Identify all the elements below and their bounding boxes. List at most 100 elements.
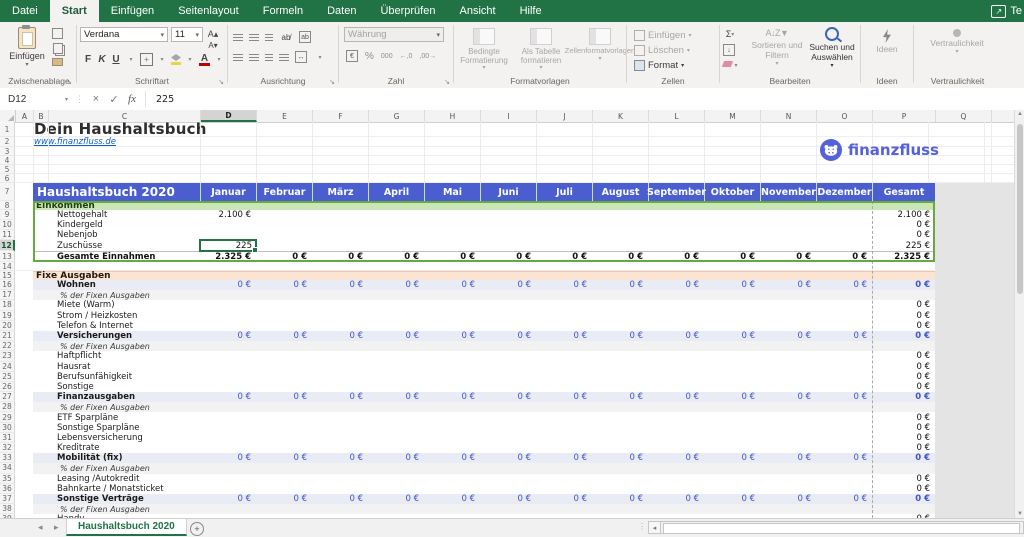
month-cell[interactable] — [368, 290, 424, 300]
decrease-font-icon[interactable]: A▾ — [206, 38, 220, 52]
month-cell[interactable] — [648, 423, 704, 433]
month-cell[interactable] — [312, 321, 368, 331]
month-cell[interactable] — [368, 311, 424, 321]
column-header-G[interactable]: G — [369, 110, 425, 122]
month-cell[interactable] — [368, 402, 424, 412]
month-cell[interactable] — [200, 443, 256, 453]
month-cell[interactable] — [480, 484, 536, 494]
month-cell[interactable]: 0 € — [368, 252, 424, 262]
month-cell[interactable] — [592, 443, 648, 453]
table-title-cell[interactable]: Haushaltsbuch 2020 — [33, 183, 200, 201]
number-format-select[interactable]: Währung▾ — [344, 27, 444, 42]
gesamt-cell[interactable]: 0 € — [872, 412, 935, 422]
month-cell[interactable] — [368, 423, 424, 433]
gesamt-cell[interactable] — [872, 341, 935, 351]
section-label[interactable]: Einkommen — [33, 201, 935, 210]
month-cell[interactable] — [816, 463, 872, 473]
month-cell[interactable] — [816, 240, 872, 251]
month-cell[interactable]: 0 € — [760, 252, 816, 262]
month-cell[interactable] — [536, 230, 592, 240]
month-cell[interactable] — [592, 351, 648, 361]
row-number-9[interactable]: 9 — [0, 210, 15, 220]
month-cell[interactable] — [592, 230, 648, 240]
currency-icon[interactable]: € — [346, 50, 358, 62]
month-cell[interactable] — [312, 382, 368, 392]
enter-icon[interactable]: ✓ — [105, 93, 123, 106]
column-header-C[interactable]: C — [49, 110, 201, 122]
month-cell[interactable] — [480, 290, 536, 300]
gesamt-cell[interactable] — [872, 290, 935, 300]
month-cell[interactable] — [312, 412, 368, 422]
column-header-H[interactable]: H — [425, 110, 481, 122]
month-cell[interactable]: 0 € — [704, 392, 760, 402]
month-cell[interactable]: 0 € — [648, 494, 704, 504]
row-number-15[interactable]: 15 — [0, 271, 15, 280]
month-cell[interactable] — [704, 382, 760, 392]
row-label[interactable]: % der Fixen Ausgaben — [33, 402, 200, 412]
row-label[interactable]: Berufsunfähigkeit — [33, 372, 200, 382]
month-cell[interactable]: 0 € — [592, 280, 648, 290]
month-cell[interactable] — [200, 220, 256, 230]
month-cell[interactable] — [424, 240, 480, 251]
gesamt-cell[interactable]: 0 € — [872, 474, 935, 484]
row-number-18[interactable]: 18 — [0, 300, 15, 310]
gesamt-cell[interactable]: 0 € — [872, 351, 935, 361]
row-number-8[interactable]: 8 — [0, 201, 15, 210]
gesamt-cell[interactable]: 0 € — [872, 300, 935, 310]
month-cell[interactable] — [592, 484, 648, 494]
month-cell[interactable] — [704, 341, 760, 351]
month-header-dezember[interactable]: Dezember — [816, 183, 872, 201]
month-cell[interactable] — [592, 402, 648, 412]
row-number-36[interactable]: 36 — [0, 484, 15, 494]
month-cell[interactable] — [536, 300, 592, 310]
month-cell[interactable] — [760, 351, 816, 361]
align-middle-icon[interactable] — [249, 34, 259, 41]
month-cell[interactable] — [760, 290, 816, 300]
month-cell[interactable] — [704, 230, 760, 240]
row-label[interactable]: Kindergeld — [33, 220, 200, 230]
month-cell[interactable] — [200, 412, 256, 422]
month-cell[interactable] — [312, 372, 368, 382]
sheet-tab[interactable]: Haushaltsbuch 2020 — [66, 519, 187, 536]
month-cell[interactable] — [312, 300, 368, 310]
month-cell[interactable]: 0 € — [256, 494, 312, 504]
month-cell[interactable]: 0 € — [816, 252, 872, 262]
gesamt-cell[interactable] — [872, 402, 935, 412]
month-cell[interactable] — [648, 443, 704, 453]
gesamt-cell[interactable]: 0 € — [872, 230, 935, 240]
gesamt-cell[interactable]: 0 € — [872, 392, 935, 402]
month-cell[interactable] — [424, 412, 480, 422]
month-cell[interactable]: 0 € — [312, 252, 368, 262]
month-cell[interactable]: 0 € — [592, 392, 648, 402]
name-box[interactable]: D12▾ — [0, 88, 72, 110]
month-cell[interactable]: 0 € — [760, 453, 816, 463]
row-label[interactable]: Finanzausgaben — [33, 392, 200, 402]
row-number-10[interactable]: 10 — [0, 220, 15, 230]
font-color-icon[interactable]: A — [199, 53, 210, 66]
month-cell[interactable]: 0 € — [704, 453, 760, 463]
month-cell[interactable] — [424, 402, 480, 412]
month-cell[interactable] — [200, 484, 256, 494]
month-header-februar[interactable]: Februar — [256, 183, 312, 201]
sort-filter-button[interactable]: A↓Z▼ Sortieren und Filtern▾ — [749, 28, 805, 68]
month-cell[interactable]: 0 € — [200, 331, 256, 341]
sheet-link[interactable]: www.finanzfluss.de — [15, 137, 116, 146]
month-cell[interactable]: 0 € — [200, 280, 256, 290]
month-cell[interactable] — [760, 362, 816, 372]
month-cell[interactable] — [816, 382, 872, 392]
row-number-28[interactable]: 28 — [0, 402, 15, 412]
row-number-33[interactable]: 33 — [0, 453, 15, 463]
month-cell[interactable] — [648, 311, 704, 321]
month-cell[interactable] — [704, 423, 760, 433]
month-cell[interactable] — [256, 351, 312, 361]
month-cell[interactable] — [816, 321, 872, 331]
month-cell[interactable]: 0 € — [592, 494, 648, 504]
month-cell[interactable]: 0 € — [816, 494, 872, 504]
month-cell[interactable]: 0 € — [760, 494, 816, 504]
month-cell[interactable] — [368, 230, 424, 240]
align-right-icon[interactable] — [265, 54, 273, 61]
month-cell[interactable] — [424, 382, 480, 392]
month-cell[interactable] — [200, 321, 256, 331]
month-cell[interactable]: 0 € — [480, 252, 536, 262]
copy-icon[interactable] — [53, 43, 63, 54]
